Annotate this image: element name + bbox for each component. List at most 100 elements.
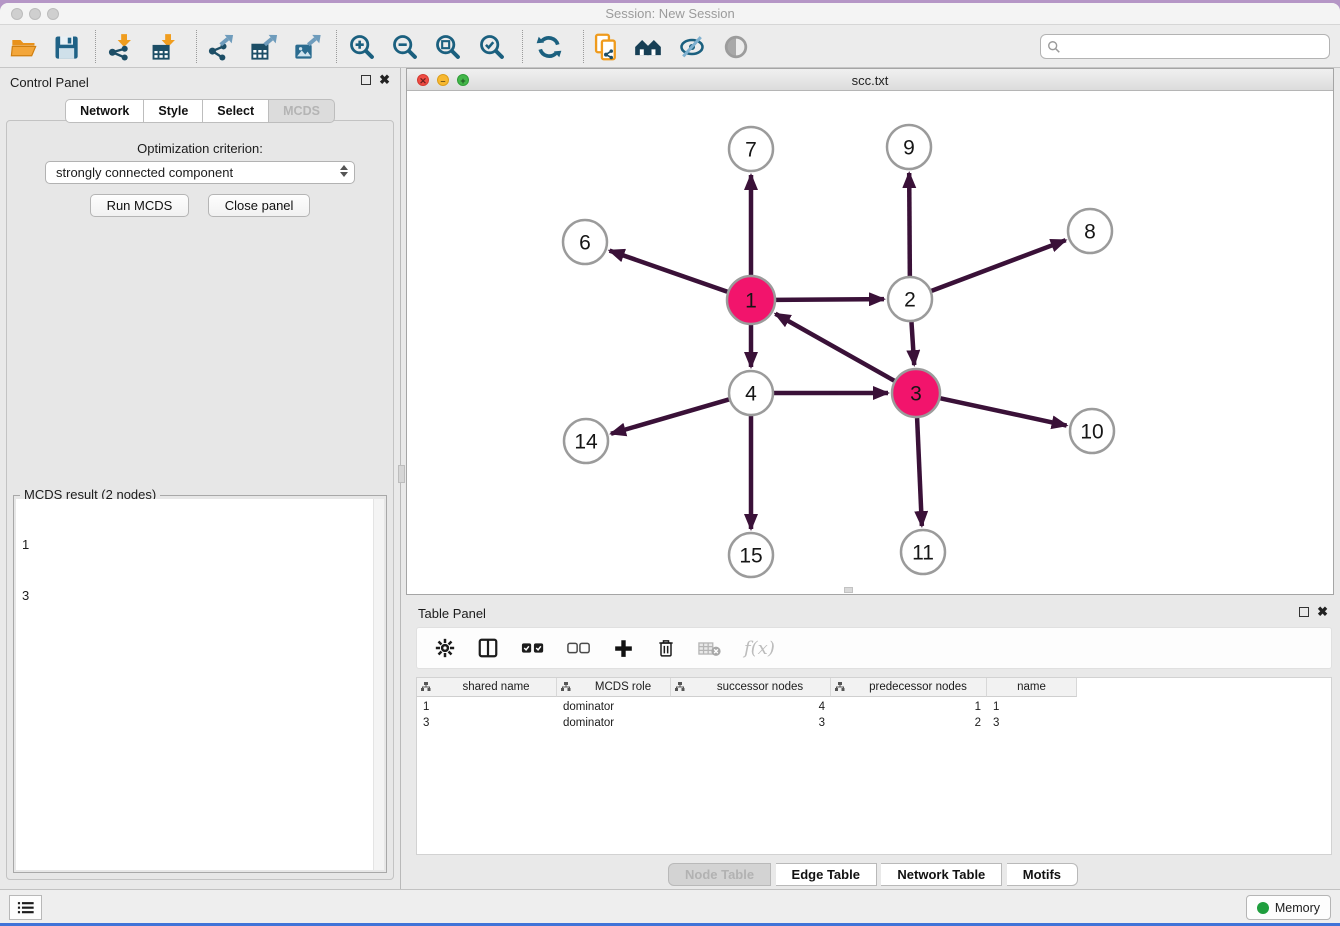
edge-label-mark — [749, 342, 752, 352]
tab-style[interactable]: Style — [144, 99, 203, 123]
tab-mcds[interactable]: MCDS — [269, 99, 335, 123]
toolbar-separator — [336, 30, 337, 63]
column-type-icon — [835, 682, 845, 692]
network-window-title: scc.txt — [407, 73, 1333, 88]
tab-network[interactable]: Network — [65, 99, 144, 123]
save-session-icon[interactable] — [52, 33, 80, 61]
graph-node-label: 6 — [579, 232, 591, 255]
app-titlebar: Session: New Session — [0, 3, 1340, 25]
tab-node-table[interactable]: Node Table — [668, 863, 771, 886]
control-panel: Control Panel ✖ Network Style Select MCD… — [0, 68, 401, 889]
run-mcds-button[interactable]: Run MCDS — [90, 194, 190, 217]
zoom-out-icon[interactable] — [391, 33, 419, 61]
graph-node-label: 8 — [1084, 221, 1096, 244]
open-session-icon[interactable] — [10, 33, 38, 61]
cell-mcds-role[interactable]: dominator — [557, 716, 671, 732]
main-toolbar — [0, 25, 1340, 68]
criterion-select[interactable]: strongly connected component — [45, 161, 355, 184]
table-settings-icon[interactable] — [435, 638, 455, 658]
column-header-successor-nodes[interactable]: successor nodes — [671, 678, 831, 697]
mcds-result-textarea[interactable]: 1 3 — [16, 499, 384, 870]
control-panel-title: Control Panel — [10, 75, 89, 90]
export-table-icon[interactable] — [250, 33, 278, 61]
hide-selected-icon[interactable] — [678, 33, 706, 61]
tab-select[interactable]: Select — [203, 99, 269, 123]
graph-node-label: 14 — [574, 431, 598, 454]
edge-label-mark — [908, 218, 911, 228]
zoom-selected-icon[interactable] — [478, 33, 506, 61]
result-scrollbar[interactable] — [373, 499, 384, 870]
mcds-result-line: 1 — [22, 536, 378, 553]
graph[interactable]: 7968124314101511 — [407, 91, 1333, 594]
import-network-icon[interactable] — [106, 33, 134, 61]
export-image-icon[interactable] — [293, 33, 321, 61]
close-table-panel-icon[interactable]: ✖ — [1317, 607, 1328, 617]
deselect-all-columns-icon[interactable] — [567, 641, 591, 655]
first-neighbors-icon[interactable] — [634, 33, 662, 61]
edge-label-mark — [749, 220, 752, 230]
column-header-shared-name[interactable]: shared name — [417, 678, 557, 697]
clone-network-icon[interactable] — [592, 33, 620, 61]
show-columns-icon[interactable] — [477, 637, 499, 659]
graph-node-label: 1 — [745, 290, 757, 313]
toolbar-separator — [522, 30, 523, 63]
memory-button[interactable]: Memory — [1246, 895, 1331, 920]
table-panel-title: Table Panel — [418, 606, 486, 621]
graph-node-label: 9 — [903, 137, 915, 160]
table-row[interactable]: 1 dominator 4 1 1 — [417, 700, 1077, 716]
function-builder-icon[interactable]: f(x) — [744, 638, 775, 659]
toolbar-separator — [196, 30, 197, 63]
graph-node-label: 7 — [745, 139, 757, 162]
cell-shared-name[interactable]: 3 — [417, 716, 557, 732]
cell-successor-nodes[interactable]: 4 — [671, 700, 831, 716]
mcds-result-box: MCDS result (2 nodes) 1 3 — [13, 495, 387, 873]
close-panel-button[interactable]: Close panel — [208, 194, 311, 217]
import-table-icon[interactable] — [150, 33, 178, 61]
cell-name[interactable]: 1 — [987, 700, 1077, 716]
table-row[interactable]: 3 dominator 3 2 3 — [417, 716, 1077, 732]
select-all-columns-icon[interactable] — [521, 641, 545, 655]
add-column-icon[interactable] — [613, 638, 634, 659]
search-field[interactable] — [1040, 34, 1330, 59]
column-header-predecessor-nodes[interactable]: predecessor nodes — [831, 678, 987, 697]
cell-mcds-role[interactable]: dominator — [557, 700, 671, 716]
search-input[interactable] — [1061, 40, 1329, 54]
network-window-titlebar[interactable]: ✕ – + scc.txt — [407, 69, 1333, 91]
table-header-row: shared name MCDS role successor nodes pr… — [417, 678, 1077, 697]
zoom-in-icon[interactable] — [348, 33, 376, 61]
network-canvas[interactable]: 7968124314101511 — [407, 91, 1333, 594]
tab-edge-table[interactable]: Edge Table — [776, 863, 877, 886]
show-hidden-icon[interactable] — [722, 33, 750, 61]
column-header-mcds-role[interactable]: MCDS role — [557, 678, 671, 697]
export-network-icon[interactable] — [206, 33, 234, 61]
node-table[interactable]: shared name MCDS role successor nodes pr… — [416, 677, 1332, 855]
status-bar: Memory — [0, 889, 1340, 923]
toolbar-separator — [583, 30, 584, 63]
canvas-resize-handle[interactable] — [844, 587, 853, 593]
cell-shared-name[interactable]: 1 — [417, 700, 557, 716]
cell-successor-nodes[interactable]: 3 — [671, 716, 831, 732]
criterion-selected-value: strongly connected component — [56, 165, 233, 180]
panel-splitter-handle[interactable] — [398, 465, 405, 483]
column-header-name[interactable]: name — [987, 678, 1077, 697]
tab-network-table[interactable]: Network Table — [881, 863, 1002, 886]
column-type-icon — [675, 682, 685, 692]
cell-name[interactable]: 3 — [987, 716, 1077, 732]
search-icon — [1047, 40, 1061, 54]
tab-motifs[interactable]: Motifs — [1007, 863, 1078, 886]
refresh-icon[interactable] — [535, 33, 563, 61]
delete-table-icon[interactable] — [698, 640, 722, 657]
close-panel-icon[interactable]: ✖ — [379, 75, 390, 85]
float-panel-icon[interactable] — [361, 75, 371, 85]
task-history-button[interactable] — [9, 895, 42, 920]
delete-column-icon[interactable] — [656, 638, 676, 658]
zoom-fit-icon[interactable] — [434, 33, 462, 61]
cell-predecessor-nodes[interactable]: 1 — [831, 700, 987, 716]
memory-status-icon — [1257, 902, 1269, 914]
cell-predecessor-nodes[interactable]: 2 — [831, 716, 987, 732]
select-stepper-icon — [340, 165, 348, 177]
edge-label-mark — [829, 391, 839, 394]
float-table-panel-icon[interactable] — [1299, 607, 1309, 617]
memory-label: Memory — [1275, 901, 1320, 915]
table-toolbar: f(x) — [416, 627, 1332, 669]
